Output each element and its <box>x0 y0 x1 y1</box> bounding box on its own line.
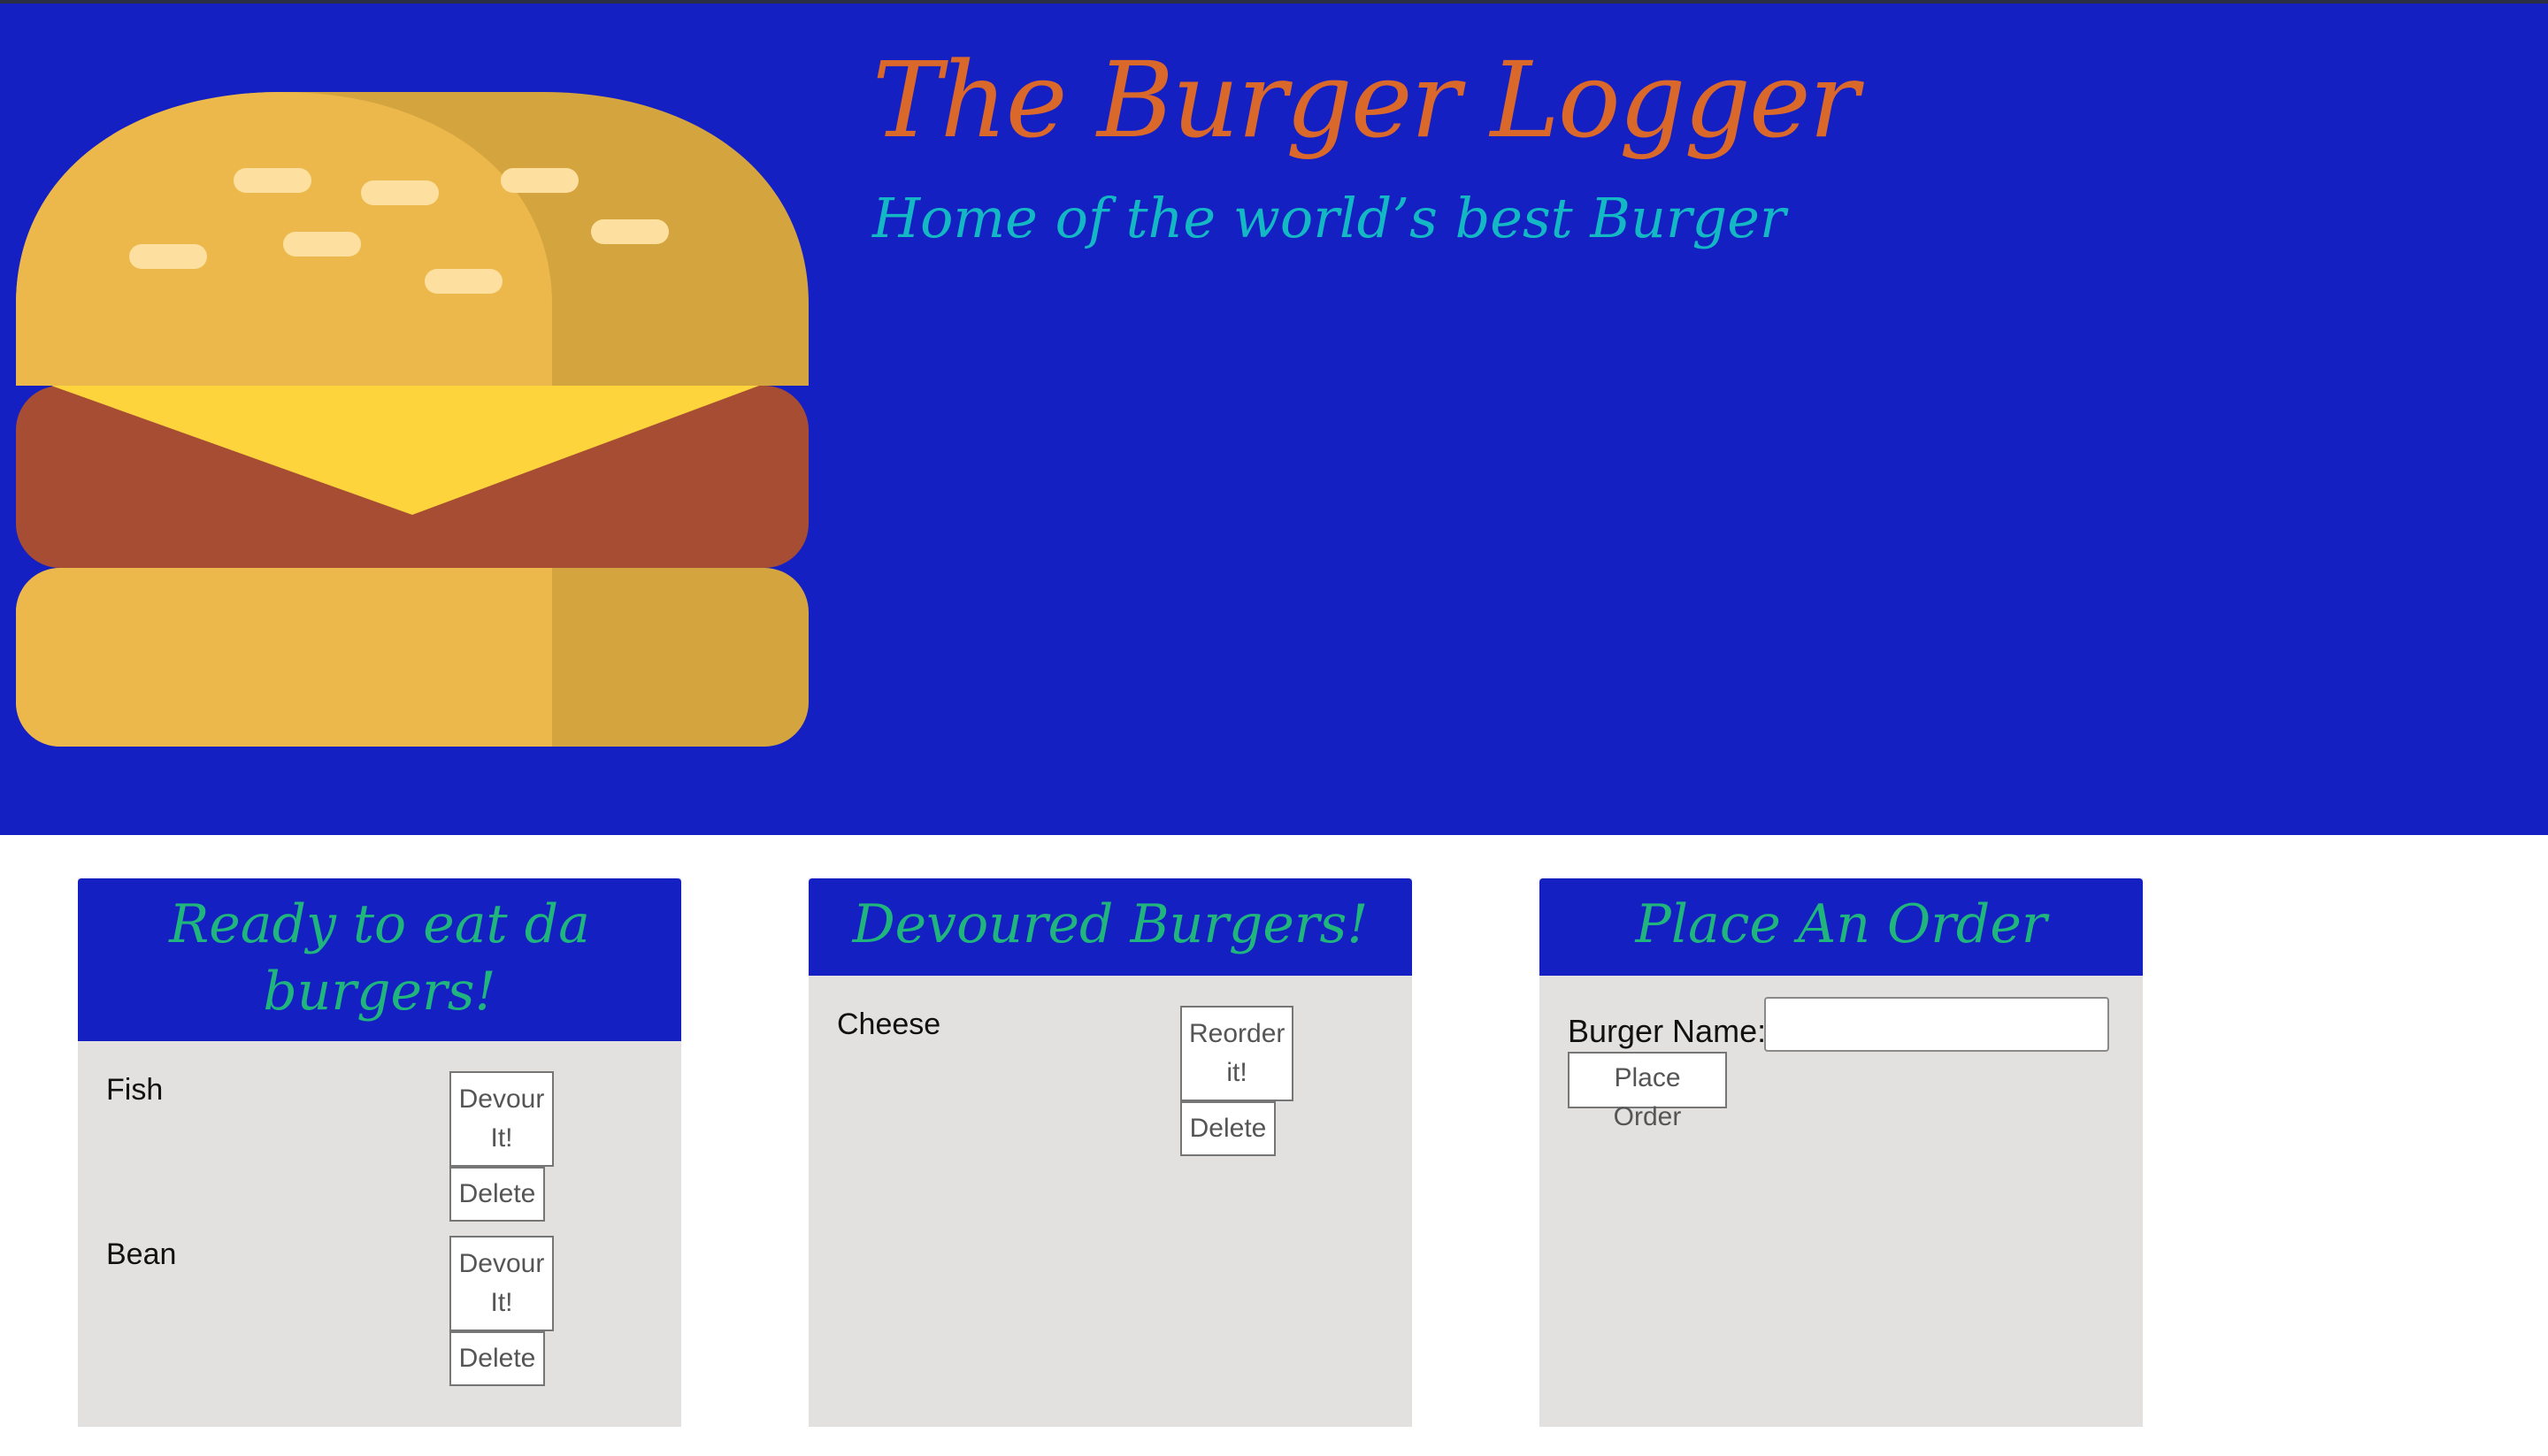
burger-name: Bean <box>106 1238 177 1271</box>
header-banner: The Burger Logger Home of the world’s be… <box>0 4 2548 835</box>
place-order-button[interactable]: Place Order <box>1568 1052 1727 1131</box>
ready-panel-heading: Ready to eat da burgers! <box>78 878 681 1041</box>
ready-panel: Ready to eat da burgers! Fish Devour It!… <box>78 878 681 1427</box>
devour-button[interactable]: Devour It! <box>449 1236 554 1331</box>
burger-name-input[interactable] <box>1764 997 2109 1052</box>
reorder-button[interactable]: Reorder it! <box>1180 1006 1293 1101</box>
delete-button[interactable]: Delete <box>449 1331 545 1386</box>
order-panel: Place An Order Burger Name: Place Order <box>1539 878 2143 1427</box>
burger-icon <box>16 92 809 747</box>
burger-name-label: Burger Name: <box>1568 1013 1767 1049</box>
delete-button[interactable]: Delete <box>1180 1101 1276 1156</box>
devoured-panel-heading: Devoured Burgers! <box>809 878 1412 976</box>
page-subtitle: Home of the world’s best Burger <box>872 186 1786 250</box>
order-panel-heading: Place An Order <box>1539 878 2143 976</box>
devour-button[interactable]: Devour It! <box>449 1071 554 1167</box>
burger-name: Fish <box>106 1073 164 1107</box>
delete-button[interactable]: Delete <box>449 1167 545 1222</box>
devoured-panel: Devoured Burgers! Cheese Reorder it! Del… <box>809 878 1412 1427</box>
burger-name: Cheese <box>837 1008 941 1041</box>
page-title: The Burger Logger <box>872 39 1859 161</box>
